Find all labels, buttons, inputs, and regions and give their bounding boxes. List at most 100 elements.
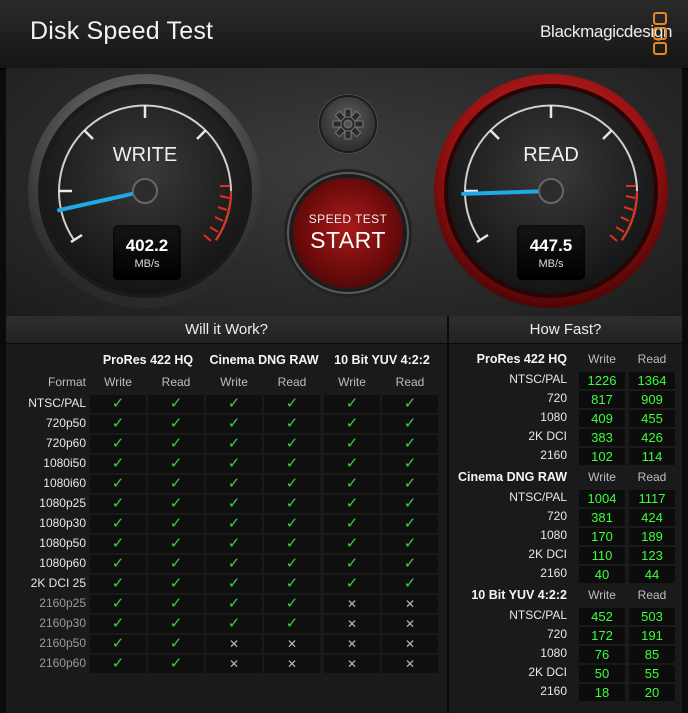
write-speed-value: 381 — [579, 509, 625, 526]
read-needle — [461, 189, 553, 196]
speed-group-header: ProRes 422 HQ — [476, 352, 567, 366]
check-icon: ✓ — [148, 635, 204, 653]
how-fast-panel: How Fast? ProRes 422 HQ Write Read NTSC/PAL… — [449, 316, 682, 713]
how-fast-title: How Fast? — [449, 316, 682, 344]
check-icon: ✓ — [90, 475, 146, 493]
write-needle-hub — [132, 178, 158, 204]
speed-row-label: 1080 — [540, 646, 567, 660]
sub-header: Read — [161, 375, 191, 389]
read-speed-value: 191 — [629, 627, 675, 644]
speed-row-label: 2K DCI — [528, 429, 567, 443]
speed-row-label: 1080 — [540, 410, 567, 424]
read-needle-hub — [538, 178, 564, 204]
blackmagic-logo-icon — [653, 12, 667, 58]
format-row-label: 1080i60 — [43, 476, 86, 490]
check-icon: ✓ — [264, 475, 320, 493]
sub-header: Write — [338, 375, 366, 389]
start-button-label: START — [310, 227, 386, 253]
check-icon: ✓ — [382, 475, 438, 493]
read-speed-value: 455 — [629, 410, 675, 427]
check-icon: ✓ — [264, 535, 320, 553]
check-icon: ✓ — [148, 455, 204, 473]
cross-icon: ✕ — [382, 595, 438, 613]
read-value: 447.5 — [529, 236, 573, 255]
check-icon: ✓ — [90, 435, 146, 453]
check-icon: ✓ — [264, 415, 320, 433]
write-speed-value: 170 — [579, 528, 625, 545]
speed-read-header: Read — [637, 470, 667, 484]
speed-row-label: 2160 — [540, 684, 567, 698]
check-icon: ✓ — [148, 535, 204, 553]
check-icon: ✓ — [206, 455, 262, 473]
check-icon: ✓ — [206, 595, 262, 613]
check-icon: ✓ — [206, 575, 262, 593]
check-icon: ✓ — [382, 435, 438, 453]
cross-icon: ✕ — [264, 635, 320, 653]
read-unit: MB/s — [538, 258, 564, 270]
cross-icon: ✕ — [324, 615, 380, 633]
check-icon: ✓ — [90, 635, 146, 653]
cross-icon: ✕ — [382, 655, 438, 673]
start-button[interactable]: SPEED TEST START — [293, 178, 403, 288]
check-icon: ✓ — [264, 595, 320, 613]
settings-button[interactable] — [321, 97, 375, 151]
check-icon: ✓ — [264, 395, 320, 413]
format-row-label: 1080i50 — [43, 456, 86, 470]
read-speed-value: 55 — [629, 665, 675, 682]
format-row-label: 2160p60 — [39, 656, 86, 670]
check-icon: ✓ — [264, 555, 320, 573]
format-row-label: 2K DCI 25 — [30, 576, 86, 590]
speed-row-label: NTSC/PAL — [509, 608, 567, 622]
check-icon: ✓ — [148, 555, 204, 573]
cross-icon: ✕ — [324, 595, 380, 613]
format-header: Format — [47, 375, 86, 389]
read-speed-value: 20 — [629, 684, 675, 701]
write-speed-value: 452 — [579, 608, 625, 625]
sub-header: Read — [395, 375, 425, 389]
start-button-caption: SPEED TEST — [308, 212, 388, 226]
check-icon: ✓ — [90, 575, 146, 593]
check-icon: ✓ — [206, 515, 262, 533]
read-label: READ — [523, 144, 579, 166]
group-header: 10 Bit YUV 4:2:2 — [334, 353, 430, 367]
write-speed-value: 18 — [579, 684, 625, 701]
will-it-work-panel: Will it Work? ProRes 422 HQ Cinema DNG RA… — [6, 316, 447, 713]
check-icon: ✓ — [148, 655, 204, 673]
gear-icon — [332, 108, 364, 140]
check-icon: ✓ — [206, 415, 262, 433]
title-bar: Disk Speed Test Blackmagicdesign — [0, 0, 688, 69]
check-icon: ✓ — [90, 535, 146, 553]
check-icon: ✓ — [382, 555, 438, 573]
speed-row-label: NTSC/PAL — [509, 372, 567, 386]
read-readout: 447.5 MB/s — [517, 225, 585, 280]
speed-row-label: 1080 — [540, 528, 567, 542]
check-icon: ✓ — [90, 595, 146, 613]
check-icon: ✓ — [206, 495, 262, 513]
check-icon: ✓ — [264, 615, 320, 633]
check-icon: ✓ — [382, 575, 438, 593]
check-icon: ✓ — [324, 575, 380, 593]
speed-write-header: Write — [588, 352, 616, 366]
write-value: 402.2 — [125, 236, 169, 255]
write-speed-value: 1004 — [579, 490, 625, 507]
check-icon: ✓ — [148, 615, 204, 633]
check-icon: ✓ — [90, 555, 146, 573]
speed-row-label: 2160 — [540, 448, 567, 462]
write-speed-value: 172 — [579, 627, 625, 644]
speed-row-label: 720 — [546, 391, 567, 405]
app-title: Disk Speed Test — [30, 17, 214, 45]
check-icon: ✓ — [206, 535, 262, 553]
check-icon: ✓ — [206, 395, 262, 413]
speed-row-label: 720 — [546, 627, 567, 641]
read-speed-value: 44 — [629, 566, 675, 583]
write-speed-value: 1226 — [579, 372, 625, 389]
sub-header: Read — [277, 375, 307, 389]
read-speed-value: 85 — [629, 646, 675, 663]
will-it-work-title: Will it Work? — [6, 316, 447, 344]
speed-write-header: Write — [588, 470, 616, 484]
check-icon: ✓ — [148, 395, 204, 413]
check-icon: ✓ — [264, 515, 320, 533]
format-row-label: 720p60 — [45, 436, 86, 450]
format-row-label: NTSC/PAL — [28, 396, 86, 410]
write-readout: 402.2 MB/s — [113, 225, 181, 280]
